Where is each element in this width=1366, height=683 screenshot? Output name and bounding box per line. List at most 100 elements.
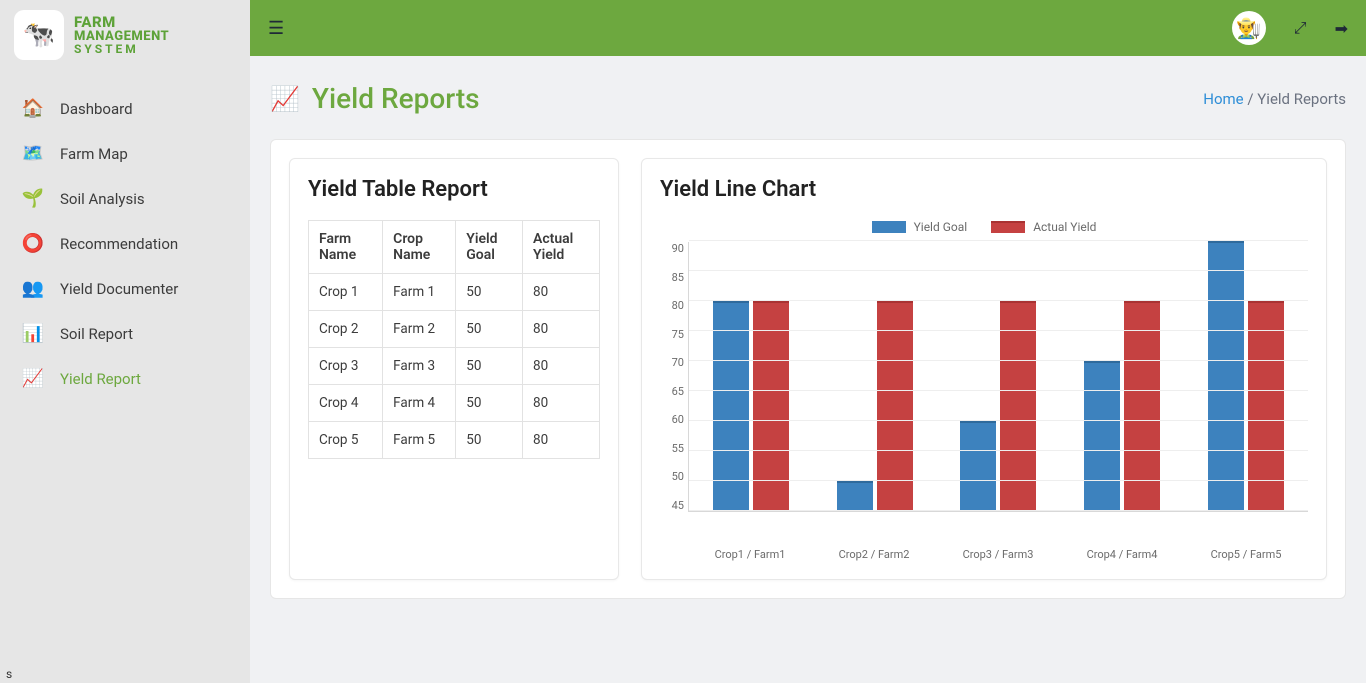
- legend-swatch: [872, 221, 906, 233]
- sidebar-item-yield-documenter[interactable]: 👥 Yield Documenter: [0, 266, 250, 311]
- x-tick: Crop2 / Farm2: [812, 542, 936, 561]
- table-header: Yield Goal: [456, 221, 523, 274]
- table-card-title: Yield Table Report: [308, 177, 600, 202]
- table-cell: 50: [456, 385, 523, 422]
- chart-card: Yield Line Chart Yield GoalActual Yield …: [641, 158, 1327, 580]
- soil-analysis-icon: 🌱: [20, 188, 46, 209]
- bar-group: [1060, 242, 1184, 511]
- fullscreen-icon[interactable]: ⤢: [1294, 18, 1307, 38]
- y-tick: 85: [672, 271, 684, 284]
- table-cell: 80: [523, 348, 600, 385]
- chart-y-axis: 90 85 80 75 70 65 60 55 50 45: [660, 242, 688, 512]
- x-tick: Crop3 / Farm3: [936, 542, 1060, 561]
- dashboard-icon: 🏠: [20, 98, 46, 119]
- table-header: Farm Name: [309, 221, 383, 274]
- grid-line: [689, 390, 1308, 391]
- stray-char: s: [6, 667, 12, 681]
- topbar: ☰ 👨‍🌾 ⤢ ➡: [250, 0, 1366, 56]
- main: ☰ 👨‍🌾 ⤢ ➡ 📈 Yield Reports Home / Yield R…: [250, 0, 1366, 683]
- table-cell: Farm 5: [383, 422, 456, 459]
- sidebar-item-soil-report[interactable]: 📊Soil Report: [0, 311, 250, 356]
- table-cell: 80: [523, 422, 600, 459]
- bar-group: [689, 242, 813, 511]
- table-row: Crop 2Farm 25080: [309, 311, 600, 348]
- legend-item: Actual Yield: [991, 220, 1096, 234]
- table-header: Actual Yield: [523, 221, 600, 274]
- y-tick: 90: [672, 242, 684, 255]
- chart-icon: 📈: [270, 85, 300, 113]
- table-cell: Farm 2: [383, 311, 456, 348]
- grid-line: [689, 510, 1308, 511]
- x-tick: Crop4 / Farm4: [1060, 542, 1184, 561]
- yield-table: Farm NameCrop NameYield GoalActual Yield…: [308, 220, 600, 459]
- table-row: Crop 3Farm 35080: [309, 348, 600, 385]
- y-tick: 55: [672, 442, 684, 455]
- table-cell: 50: [456, 311, 523, 348]
- sidebar-item-label: Soil Analysis: [60, 190, 145, 208]
- table-cell: 50: [456, 274, 523, 311]
- sidebar-item-dashboard[interactable]: 🏠 Dashboard: [0, 86, 250, 131]
- x-tick: Crop5 / Farm5: [1184, 542, 1308, 561]
- table-card: Yield Table Report Farm NameCrop NameYie…: [289, 158, 619, 580]
- bar: [837, 481, 873, 511]
- logo-text-1: FARM: [74, 15, 169, 30]
- bar: [1084, 361, 1120, 511]
- farm-map-icon: 🗺️: [20, 143, 46, 164]
- grid-line: [689, 330, 1308, 331]
- yield-report-icon: 📈: [20, 368, 46, 389]
- logo: 🐄 FARM MANAGEMENT SYSTEM: [0, 0, 250, 70]
- legend-label: Yield Goal: [914, 220, 968, 234]
- bar: [960, 421, 996, 511]
- sidebar-item-label: Yield Report: [60, 370, 141, 388]
- sidebar-item-label: Recommendation: [60, 235, 178, 253]
- chart-legend: Yield Goal Actual Yield: [660, 220, 1308, 234]
- sidebar-item-label: Dashboard: [60, 100, 133, 118]
- y-tick: 50: [672, 470, 684, 483]
- y-tick: 60: [672, 413, 684, 426]
- sidebar-item-soil-analysis[interactable]: 🌱 Soil Analysis: [0, 176, 250, 221]
- sidebar-item-recommendation[interactable]: ⭕Recommendation: [0, 221, 250, 266]
- menu-toggle-icon[interactable]: ☰: [268, 18, 284, 39]
- y-tick: 45: [672, 499, 684, 512]
- breadcrumb-home-link[interactable]: Home: [1203, 90, 1243, 108]
- legend-swatch: [991, 221, 1025, 233]
- y-tick: 65: [672, 385, 684, 398]
- table-cell: Crop 3: [309, 348, 383, 385]
- table-cell: 50: [456, 422, 523, 459]
- table-cell: Crop 1: [309, 274, 383, 311]
- chart-x-axis: Crop1 / Farm1Crop2 / Farm2Crop3 / Farm3C…: [688, 542, 1308, 561]
- table-cell: Farm 1: [383, 274, 456, 311]
- y-tick: 80: [672, 299, 684, 312]
- table-cell: 80: [523, 385, 600, 422]
- logo-text-3: SYSTEM: [74, 43, 169, 55]
- breadcrumb-sep: /: [1244, 90, 1258, 108]
- logo-icon: 🐄: [14, 10, 64, 60]
- table-cell: 80: [523, 274, 600, 311]
- table-cell: Crop 4: [309, 385, 383, 422]
- bar-group: [937, 242, 1061, 511]
- legend-label: Actual Yield: [1033, 220, 1096, 234]
- table-cell: 50: [456, 348, 523, 385]
- y-tick: 75: [672, 328, 684, 341]
- content-panel: Yield Table Report Farm NameCrop NameYie…: [270, 139, 1346, 599]
- sidebar-item-yield-report[interactable]: 📈 Yield Report: [0, 356, 250, 401]
- table-cell: Crop 2: [309, 311, 383, 348]
- page-title: Yield Reports: [312, 82, 480, 115]
- sidebar-item-label: Yield Documenter: [60, 280, 178, 298]
- yield-documenter-icon: 👥: [20, 278, 46, 299]
- sidebar-item-label: Soil Report: [60, 325, 133, 343]
- sidebar-item-farm-map[interactable]: 🗺️ Farm Map: [0, 131, 250, 176]
- avatar[interactable]: 👨‍🌾: [1232, 11, 1266, 45]
- grid-line: [689, 450, 1308, 451]
- sidebar-item-label: Farm Map: [60, 145, 128, 163]
- legend-item: Yield Goal: [872, 220, 968, 234]
- x-tick: Crop1 / Farm1: [688, 542, 812, 561]
- table-row: Crop 4Farm 45080: [309, 385, 600, 422]
- y-tick: 70: [672, 356, 684, 369]
- sidebar: 🐄 FARM MANAGEMENT SYSTEM 🏠 Dashboard 🗺️ Far…: [0, 0, 250, 683]
- table-row: Crop 1Farm 15080: [309, 274, 600, 311]
- logout-icon[interactable]: ➡: [1335, 19, 1348, 38]
- sidebar-nav: 🏠 Dashboard 🗺️ Farm Map 🌱 Soil Analysis ⭕Recom…: [0, 70, 250, 417]
- breadcrumb-current: Yield Reports: [1257, 90, 1346, 108]
- table-cell: Farm 4: [383, 385, 456, 422]
